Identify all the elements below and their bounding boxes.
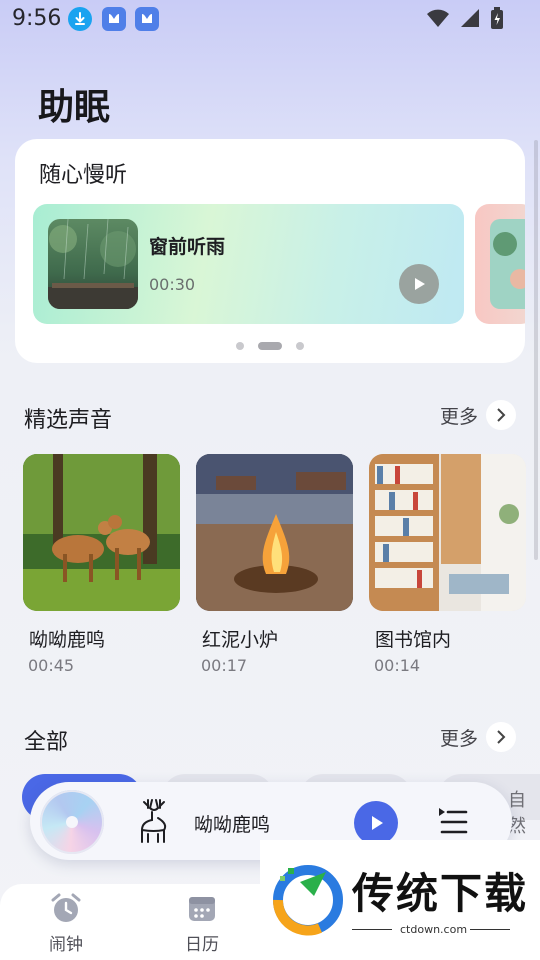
selected-more-link[interactable]: 更多 bbox=[440, 400, 516, 430]
watermark-overlay: 传统下载 ctdown.com bbox=[260, 840, 540, 960]
sound-card[interactable]: 图书馆内 00:14 bbox=[369, 454, 526, 675]
featured-track-thumbnail bbox=[48, 219, 138, 309]
deer-icon bbox=[134, 796, 174, 850]
sound-duration: 00:14 bbox=[374, 656, 421, 675]
page-title: 助眠 bbox=[38, 87, 111, 128]
mini-play-button[interactable] bbox=[354, 801, 398, 845]
chevron-right-icon bbox=[486, 722, 516, 752]
sound-duration: 00:45 bbox=[28, 656, 75, 675]
featured-track-tile[interactable]: 窗前听雨 00:30 bbox=[33, 204, 464, 324]
download-notification-icon bbox=[68, 7, 92, 31]
all-section-title: 全部 bbox=[24, 730, 69, 755]
app-notification-icon bbox=[102, 7, 126, 31]
watermark-rule bbox=[352, 929, 392, 930]
sound-thumbnail bbox=[369, 454, 526, 611]
mini-player-title: 呦呦鹿鸣 bbox=[194, 814, 271, 836]
sound-thumbnail bbox=[196, 454, 353, 611]
more-label: 更多 bbox=[439, 405, 478, 428]
disc-hole bbox=[66, 816, 78, 828]
nav-label: 日历 bbox=[185, 935, 219, 955]
calendar-icon bbox=[186, 897, 218, 928]
nav-item-alarm[interactable]: 闹钟 bbox=[26, 892, 106, 955]
battery-icon bbox=[490, 7, 504, 33]
app-notification-icon bbox=[135, 7, 159, 31]
sound-duration: 00:17 bbox=[201, 656, 248, 675]
nav-item-calendar[interactable]: 日历 bbox=[162, 892, 242, 955]
nav-label: 闹钟 bbox=[49, 935, 83, 955]
watermark-url: ctdown.com bbox=[400, 923, 468, 936]
album-disc bbox=[40, 790, 104, 854]
pager-dot[interactable] bbox=[296, 342, 304, 350]
featured-play-button[interactable] bbox=[399, 264, 439, 304]
watermark-name: 传统下载 bbox=[352, 869, 529, 918]
more-label: 更多 bbox=[439, 727, 478, 750]
featured-track-name: 窗前听雨 bbox=[149, 236, 226, 258]
wifi-icon bbox=[426, 8, 450, 32]
scrollbar[interactable] bbox=[534, 140, 538, 560]
category-chip-label: 自然 bbox=[508, 790, 526, 837]
pager-dot-active[interactable] bbox=[258, 342, 282, 350]
status-bar: 9:56 bbox=[0, 0, 540, 38]
featured-card: 随心慢听 窗前听雨 00:30 bbox=[15, 139, 525, 363]
all-more-link[interactable]: 更多 bbox=[440, 722, 516, 752]
alarm-clock-icon bbox=[49, 893, 83, 928]
sound-card[interactable]: 红泥小炉 00:17 bbox=[196, 454, 353, 675]
featured-section-title: 随心慢听 bbox=[39, 163, 128, 188]
sound-card[interactable]: 呦呦鹿鸣 00:45 bbox=[23, 454, 180, 675]
next-featured-tile[interactable] bbox=[475, 204, 525, 324]
play-icon bbox=[372, 816, 383, 830]
sound-name: 图书馆内 bbox=[375, 629, 452, 651]
carousel-pager bbox=[15, 342, 525, 350]
pager-dot[interactable] bbox=[236, 342, 244, 350]
signal-icon bbox=[460, 8, 480, 32]
sound-thumbnail bbox=[23, 454, 180, 611]
status-time: 9:56 bbox=[12, 6, 62, 31]
featured-track-duration: 00:30 bbox=[149, 275, 196, 294]
playlist-icon[interactable] bbox=[436, 806, 470, 838]
sound-name: 呦呦鹿鸣 bbox=[29, 629, 106, 651]
play-icon bbox=[415, 278, 425, 290]
chevron-right-icon bbox=[486, 400, 516, 430]
watermark-logo-icon bbox=[270, 862, 346, 942]
watermark-rule bbox=[470, 929, 510, 930]
selected-section-title: 精选声音 bbox=[24, 408, 113, 433]
sound-name: 红泥小炉 bbox=[202, 629, 279, 651]
